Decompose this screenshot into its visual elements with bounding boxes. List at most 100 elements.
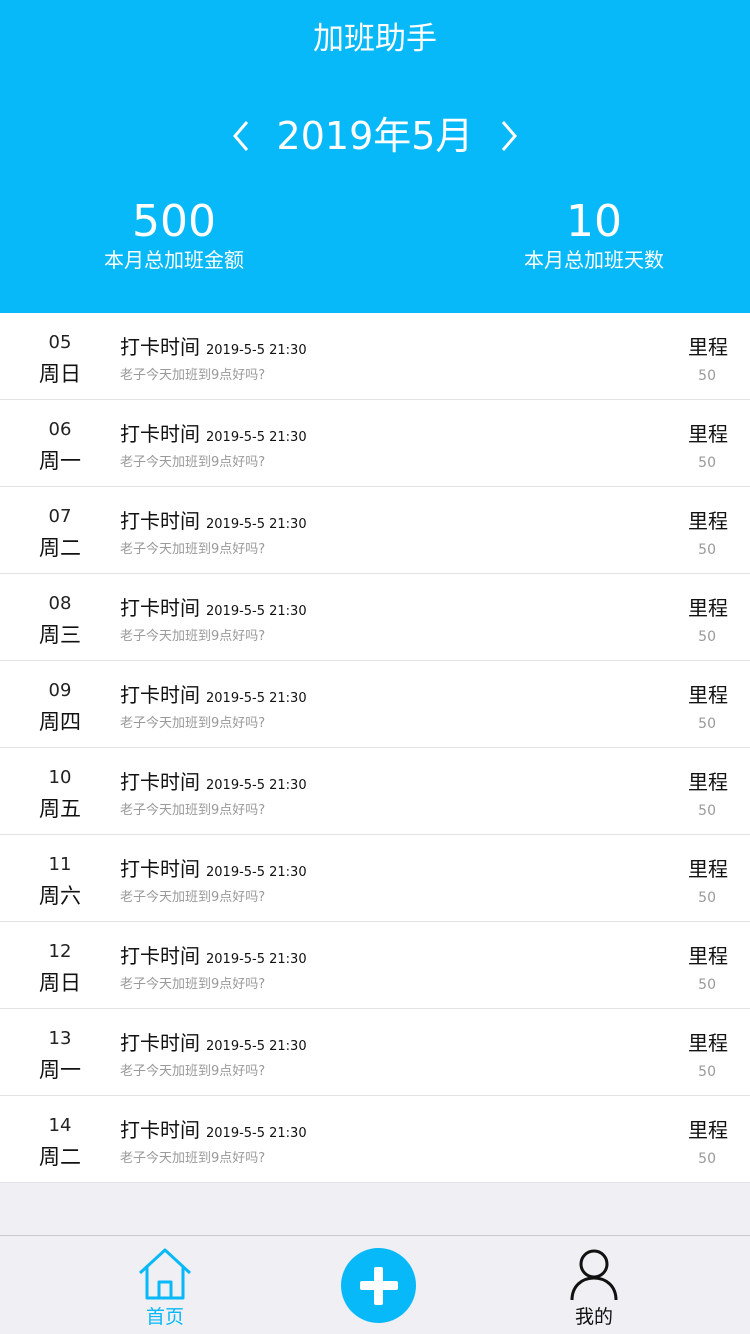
- app-title: 加班助手: [313, 21, 437, 57]
- record-title: 打卡时间 2019-5-5 21:30: [120, 420, 307, 452]
- record-day: 14: [48, 1115, 72, 1136]
- record-metric-value: 50: [698, 1151, 716, 1167]
- record-time: 2019-5-5 21:30: [206, 1126, 307, 1141]
- record-metric-label: 里程: [688, 1118, 728, 1142]
- chevron-right-icon[interactable]: [487, 108, 531, 164]
- record-day: 11: [48, 854, 72, 875]
- record-row[interactable]: 06 周一 打卡时间 2019-5-5 21:30 老子今天加班到9点好吗? 里程…: [0, 400, 750, 487]
- record-time: 2019-5-5 21:30: [206, 343, 307, 358]
- record-metric-value: 50: [698, 542, 716, 558]
- total-days-label: 本月总加班天数: [524, 248, 664, 272]
- record-metric-value: 50: [698, 890, 716, 906]
- record-metric-value: 50: [698, 455, 716, 471]
- record-metric-label: 里程: [688, 1031, 728, 1055]
- record-row[interactable]: 14 周二 打卡时间 2019-5-5 21:30 老子今天加班到9点好吗? 里程…: [0, 1096, 750, 1183]
- record-title: 打卡时间 2019-5-5 21:30: [120, 594, 307, 626]
- add-record-button[interactable]: [341, 1248, 416, 1323]
- overtime-record-list: 05 周日 打卡时间 2019-5-5 21:30 老子今天加班到9点好吗? 里程…: [0, 313, 750, 1183]
- chevron-left-icon[interactable]: [219, 108, 263, 164]
- record-time: 2019-5-5 21:30: [206, 604, 307, 619]
- record-metric-label: 里程: [688, 422, 728, 446]
- record-title-label: 打卡时间: [120, 422, 200, 446]
- tab-home[interactable]: 首页: [105, 1236, 225, 1334]
- record-title: 打卡时间 2019-5-5 21:30: [120, 1029, 307, 1061]
- plus-icon-stroke: [374, 1267, 383, 1305]
- record-metric-label: 里程: [688, 683, 728, 707]
- record-title-label: 打卡时间: [120, 1031, 200, 1055]
- record-metric-value: 50: [698, 1064, 716, 1080]
- home-icon: [138, 1248, 192, 1300]
- app-screen: 加班助手 2019年5月 500 本月总加班金额 10 本月总加班天数 05 周…: [0, 0, 750, 1334]
- record-title: 打卡时间 2019-5-5 21:30: [120, 507, 307, 539]
- record-note: 老子今天加班到9点好吗?: [120, 716, 266, 731]
- record-day: 07: [48, 506, 72, 527]
- record-title: 打卡时间 2019-5-5 21:30: [120, 942, 307, 974]
- record-title-label: 打卡时间: [120, 335, 200, 359]
- record-weekday: 周日: [39, 362, 81, 386]
- user-icon: [570, 1249, 618, 1301]
- record-row[interactable]: 10 周五 打卡时间 2019-5-5 21:30 老子今天加班到9点好吗? 里程…: [0, 748, 750, 835]
- record-weekday: 周二: [39, 536, 81, 560]
- record-title-label: 打卡时间: [120, 596, 200, 620]
- record-title-label: 打卡时间: [120, 683, 200, 707]
- record-weekday: 周四: [39, 710, 81, 734]
- record-day: 13: [48, 1028, 72, 1049]
- record-row[interactable]: 05 周日 打卡时间 2019-5-5 21:30 老子今天加班到9点好吗? 里程…: [0, 313, 750, 400]
- record-weekday: 周一: [39, 449, 81, 473]
- record-title: 打卡时间 2019-5-5 21:30: [120, 1116, 307, 1148]
- record-time: 2019-5-5 21:30: [206, 952, 307, 967]
- record-row[interactable]: 08 周三 打卡时间 2019-5-5 21:30 老子今天加班到9点好吗? 里程…: [0, 574, 750, 661]
- record-time: 2019-5-5 21:30: [206, 691, 307, 706]
- record-note: 老子今天加班到9点好吗?: [120, 455, 266, 470]
- total-amount-stat: 500 本月总加班金额: [24, 196, 324, 274]
- record-note: 老子今天加班到9点好吗?: [120, 803, 266, 818]
- record-note: 老子今天加班到9点好吗?: [120, 977, 266, 992]
- total-amount-value: 500: [132, 196, 216, 247]
- record-note: 老子今天加班到9点好吗?: [120, 1064, 266, 1079]
- record-row[interactable]: 12 周日 打卡时间 2019-5-5 21:30 老子今天加班到9点好吗? 里程…: [0, 922, 750, 1009]
- record-metric-value: 50: [698, 803, 716, 819]
- record-row[interactable]: 13 周一 打卡时间 2019-5-5 21:30 老子今天加班到9点好吗? 里程…: [0, 1009, 750, 1096]
- record-metric-label: 里程: [688, 857, 728, 881]
- record-day: 09: [48, 680, 72, 701]
- tab-home-label: 首页: [145, 1306, 184, 1328]
- record-row[interactable]: 09 周四 打卡时间 2019-5-5 21:30 老子今天加班到9点好吗? 里程…: [0, 661, 750, 748]
- record-day: 10: [48, 767, 72, 788]
- record-metric-value: 50: [698, 716, 716, 732]
- tab-me[interactable]: 我的: [534, 1236, 654, 1334]
- record-weekday: 周六: [39, 884, 81, 908]
- record-row[interactable]: 11 周六 打卡时间 2019-5-5 21:30 老子今天加班到9点好吗? 里程…: [0, 835, 750, 922]
- record-day: 05: [48, 332, 72, 353]
- summary-header: 加班助手 2019年5月 500 本月总加班金额 10 本月总加班天数: [0, 0, 750, 313]
- record-title: 打卡时间 2019-5-5 21:30: [120, 681, 307, 713]
- total-days-value: 10: [566, 196, 622, 247]
- record-time: 2019-5-5 21:30: [206, 430, 307, 445]
- record-note: 老子今天加班到9点好吗?: [120, 890, 266, 905]
- record-title-label: 打卡时间: [120, 770, 200, 794]
- record-title: 打卡时间 2019-5-5 21:30: [120, 333, 307, 365]
- record-title: 打卡时间 2019-5-5 21:30: [120, 855, 307, 887]
- record-time: 2019-5-5 21:30: [206, 778, 307, 793]
- record-metric-label: 里程: [688, 335, 728, 359]
- record-metric-value: 50: [698, 368, 716, 384]
- bottom-tab-bar: 首页 我的: [0, 1235, 750, 1334]
- record-note: 老子今天加班到9点好吗?: [120, 542, 266, 557]
- month-navigator: 2019年5月: [0, 108, 750, 164]
- record-weekday: 周日: [39, 971, 81, 995]
- tab-me-label: 我的: [574, 1306, 613, 1328]
- record-metric-value: 50: [698, 629, 716, 645]
- total-amount-label: 本月总加班金额: [104, 248, 244, 272]
- current-month: 2019年5月: [276, 114, 474, 158]
- record-note: 老子今天加班到9点好吗?: [120, 629, 266, 644]
- record-title-label: 打卡时间: [120, 944, 200, 968]
- record-metric-value: 50: [698, 977, 716, 993]
- record-weekday: 周五: [39, 797, 81, 821]
- record-metric-label: 里程: [688, 770, 728, 794]
- record-row[interactable]: 07 周二 打卡时间 2019-5-5 21:30 老子今天加班到9点好吗? 里程…: [0, 487, 750, 574]
- record-metric-label: 里程: [688, 944, 728, 968]
- record-metric-label: 里程: [688, 596, 728, 620]
- total-days-stat: 10 本月总加班天数: [444, 196, 744, 274]
- record-note: 老子今天加班到9点好吗?: [120, 1151, 266, 1166]
- record-note: 老子今天加班到9点好吗?: [120, 368, 266, 383]
- record-day: 06: [48, 419, 72, 440]
